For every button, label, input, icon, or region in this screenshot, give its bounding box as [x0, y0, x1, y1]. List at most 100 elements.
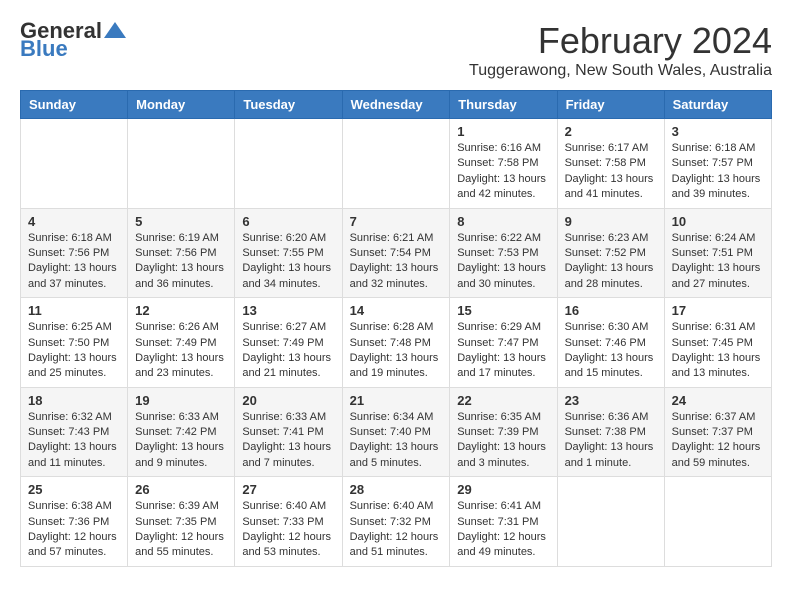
calendar-cell: 7 Sunrise: 6:21 AM Sunset: 7:54 PM Daylig… [342, 208, 450, 298]
day-number: 23 [565, 393, 657, 408]
day-header-friday: Friday [557, 91, 664, 119]
day-number: 18 [28, 393, 120, 408]
day-number: 10 [672, 214, 764, 229]
day-number: 3 [672, 124, 764, 139]
day-info: Sunrise: 6:18 AM Sunset: 7:57 PM Dayligh… [672, 141, 764, 203]
calendar-cell: 15Sunrise: 6:29 AM Sunset: 7:47 PM Dayli… [450, 298, 557, 388]
day-info: Sunrise: 6:40 AM Sunset: 7:32 PM Dayligh… [350, 499, 443, 561]
title-section: February 2024 Tuggerawong, New South Wal… [469, 20, 772, 80]
calendar-cell: 12 Sunrise: 6:26 AM Sunset: 7:49 PM Dayli… [128, 298, 235, 388]
calendar-cell: 28 Sunrise: 6:40 AM Sunset: 7:32 PM Dayli… [342, 477, 450, 567]
calendar-week-5: 25 Sunrise: 6:38 AM Sunset: 7:36 PM Dayli… [21, 477, 772, 567]
day-info: Sunrise: 6:39 AM Sunset: 7:35 PM Dayligh… [135, 499, 227, 561]
day-info: Sunrise: 6:31 AM Sunset: 7:45 PM Dayligh… [672, 320, 764, 382]
day-number: 24 [672, 393, 764, 408]
calendar-cell [664, 477, 771, 567]
calendar-week-3: 11 Sunrise: 6:25 AM Sunset: 7:50 PM Dayli… [21, 298, 772, 388]
day-info: Sunrise: 6:38 AM Sunset: 7:36 PM Dayligh… [28, 499, 120, 561]
day-header-thursday: Thursday [450, 91, 557, 119]
day-number: 11 [28, 303, 120, 318]
calendar-table: SundayMondayTuesdayWednesdayThursdayFrid… [20, 90, 772, 567]
day-info: Sunrise: 6:37 AM Sunset: 7:37 PM Dayligh… [672, 410, 764, 472]
day-number: 6 [242, 214, 334, 229]
calendar-cell: 3 Sunrise: 6:18 AM Sunset: 7:57 PM Daylig… [664, 119, 771, 209]
calendar-cell: 1 Sunrise: 6:16 AM Sunset: 7:58 PM Daylig… [450, 119, 557, 209]
day-number: 7 [350, 214, 443, 229]
calendar-cell: 10 Sunrise: 6:24 AM Sunset: 7:51 PM Dayli… [664, 208, 771, 298]
day-number: 26 [135, 482, 227, 497]
day-number: 16 [565, 303, 657, 318]
logo: General Blue [20, 20, 126, 60]
day-info: Sunrise: 6:23 AM Sunset: 7:52 PM Dayligh… [565, 231, 657, 293]
day-info: Sunrise: 6:18 AM Sunset: 7:56 PM Dayligh… [28, 231, 120, 293]
day-info: Sunrise: 6:21 AM Sunset: 7:54 PM Dayligh… [350, 231, 443, 293]
day-info: Sunrise: 6:20 AM Sunset: 7:55 PM Dayligh… [242, 231, 334, 293]
day-info: Sunrise: 6:29 AM Sunset: 7:47 PM Dayligh… [457, 320, 549, 382]
day-info: Sunrise: 6:40 AM Sunset: 7:33 PM Dayligh… [242, 499, 334, 561]
calendar-cell [21, 119, 128, 209]
calendar-cell: 27 Sunrise: 6:40 AM Sunset: 7:33 PM Dayli… [235, 477, 342, 567]
logo-blue-text: Blue [20, 38, 68, 60]
day-number: 27 [242, 482, 334, 497]
day-number: 2 [565, 124, 657, 139]
calendar-cell: 24 Sunrise: 6:37 AM Sunset: 7:37 PM Dayli… [664, 387, 771, 477]
header: General Blue February 2024 Tuggerawong, … [20, 20, 772, 80]
day-info: Sunrise: 6:36 AM Sunset: 7:38 PM Dayligh… [565, 410, 657, 472]
day-info: Sunrise: 6:34 AM Sunset: 7:40 PM Dayligh… [350, 410, 443, 472]
calendar-cell: 17 Sunrise: 6:31 AM Sunset: 7:45 PM Dayli… [664, 298, 771, 388]
day-number: 14 [350, 303, 443, 318]
calendar-cell [235, 119, 342, 209]
calendar-cell: 22 Sunrise: 6:35 AM Sunset: 7:39 PM Dayli… [450, 387, 557, 477]
day-header-monday: Monday [128, 91, 235, 119]
day-number: 1 [457, 124, 549, 139]
calendar-cell [342, 119, 450, 209]
calendar-cell: 2 Sunrise: 6:17 AM Sunset: 7:58 PM Daylig… [557, 119, 664, 209]
day-info: Sunrise: 6:33 AM Sunset: 7:42 PM Dayligh… [135, 410, 227, 472]
day-info: Sunrise: 6:28 AM Sunset: 7:48 PM Dayligh… [350, 320, 443, 382]
calendar-cell: 8Sunrise: 6:22 AM Sunset: 7:53 PM Daylig… [450, 208, 557, 298]
calendar-cell: 4 Sunrise: 6:18 AM Sunset: 7:56 PM Daylig… [21, 208, 128, 298]
day-header-tuesday: Tuesday [235, 91, 342, 119]
day-header-wednesday: Wednesday [342, 91, 450, 119]
day-info: Sunrise: 6:35 AM Sunset: 7:39 PM Dayligh… [457, 410, 549, 472]
calendar-cell: 26 Sunrise: 6:39 AM Sunset: 7:35 PM Dayli… [128, 477, 235, 567]
day-info: Sunrise: 6:30 AM Sunset: 7:46 PM Dayligh… [565, 320, 657, 382]
calendar-cell: 11 Sunrise: 6:25 AM Sunset: 7:50 PM Dayli… [21, 298, 128, 388]
day-info: Sunrise: 6:32 AM Sunset: 7:43 PM Dayligh… [28, 410, 120, 472]
calendar-cell [128, 119, 235, 209]
calendar-cell: 25 Sunrise: 6:38 AM Sunset: 7:36 PM Dayli… [21, 477, 128, 567]
day-number: 22 [457, 393, 549, 408]
day-info: Sunrise: 6:17 AM Sunset: 7:58 PM Dayligh… [565, 141, 657, 203]
day-number: 5 [135, 214, 227, 229]
day-info: Sunrise: 6:26 AM Sunset: 7:49 PM Dayligh… [135, 320, 227, 382]
day-number: 19 [135, 393, 227, 408]
calendar-cell: 29Sunrise: 6:41 AM Sunset: 7:31 PM Dayli… [450, 477, 557, 567]
day-number: 25 [28, 482, 120, 497]
day-header-saturday: Saturday [664, 91, 771, 119]
day-info: Sunrise: 6:27 AM Sunset: 7:49 PM Dayligh… [242, 320, 334, 382]
calendar-cell: 20Sunrise: 6:33 AM Sunset: 7:41 PM Dayli… [235, 387, 342, 477]
calendar-cell: 19 Sunrise: 6:33 AM Sunset: 7:42 PM Dayli… [128, 387, 235, 477]
day-number: 17 [672, 303, 764, 318]
day-info: Sunrise: 6:33 AM Sunset: 7:41 PM Dayligh… [242, 410, 334, 472]
day-number: 12 [135, 303, 227, 318]
day-info: Sunrise: 6:25 AM Sunset: 7:50 PM Dayligh… [28, 320, 120, 382]
logo-icon [104, 22, 126, 38]
calendar-cell: 6 Sunrise: 6:20 AM Sunset: 7:55 PM Daylig… [235, 208, 342, 298]
calendar-cell: 16 Sunrise: 6:30 AM Sunset: 7:46 PM Dayli… [557, 298, 664, 388]
day-number: 29 [457, 482, 549, 497]
day-number: 28 [350, 482, 443, 497]
day-number: 4 [28, 214, 120, 229]
calendar-cell: 13Sunrise: 6:27 AM Sunset: 7:49 PM Dayli… [235, 298, 342, 388]
day-info: Sunrise: 6:24 AM Sunset: 7:51 PM Dayligh… [672, 231, 764, 293]
day-number: 8 [457, 214, 549, 229]
calendar-cell: 5 Sunrise: 6:19 AM Sunset: 7:56 PM Daylig… [128, 208, 235, 298]
calendar-cell: 18 Sunrise: 6:32 AM Sunset: 7:43 PM Dayli… [21, 387, 128, 477]
calendar-cell: 9 Sunrise: 6:23 AM Sunset: 7:52 PM Daylig… [557, 208, 664, 298]
day-number: 9 [565, 214, 657, 229]
calendar-cell: 21Sunrise: 6:34 AM Sunset: 7:40 PM Dayli… [342, 387, 450, 477]
day-info: Sunrise: 6:16 AM Sunset: 7:58 PM Dayligh… [457, 141, 549, 203]
calendar-week-1: 1 Sunrise: 6:16 AM Sunset: 7:58 PM Daylig… [21, 119, 772, 209]
month-title: February 2024 [469, 20, 772, 62]
day-info: Sunrise: 6:19 AM Sunset: 7:56 PM Dayligh… [135, 231, 227, 293]
